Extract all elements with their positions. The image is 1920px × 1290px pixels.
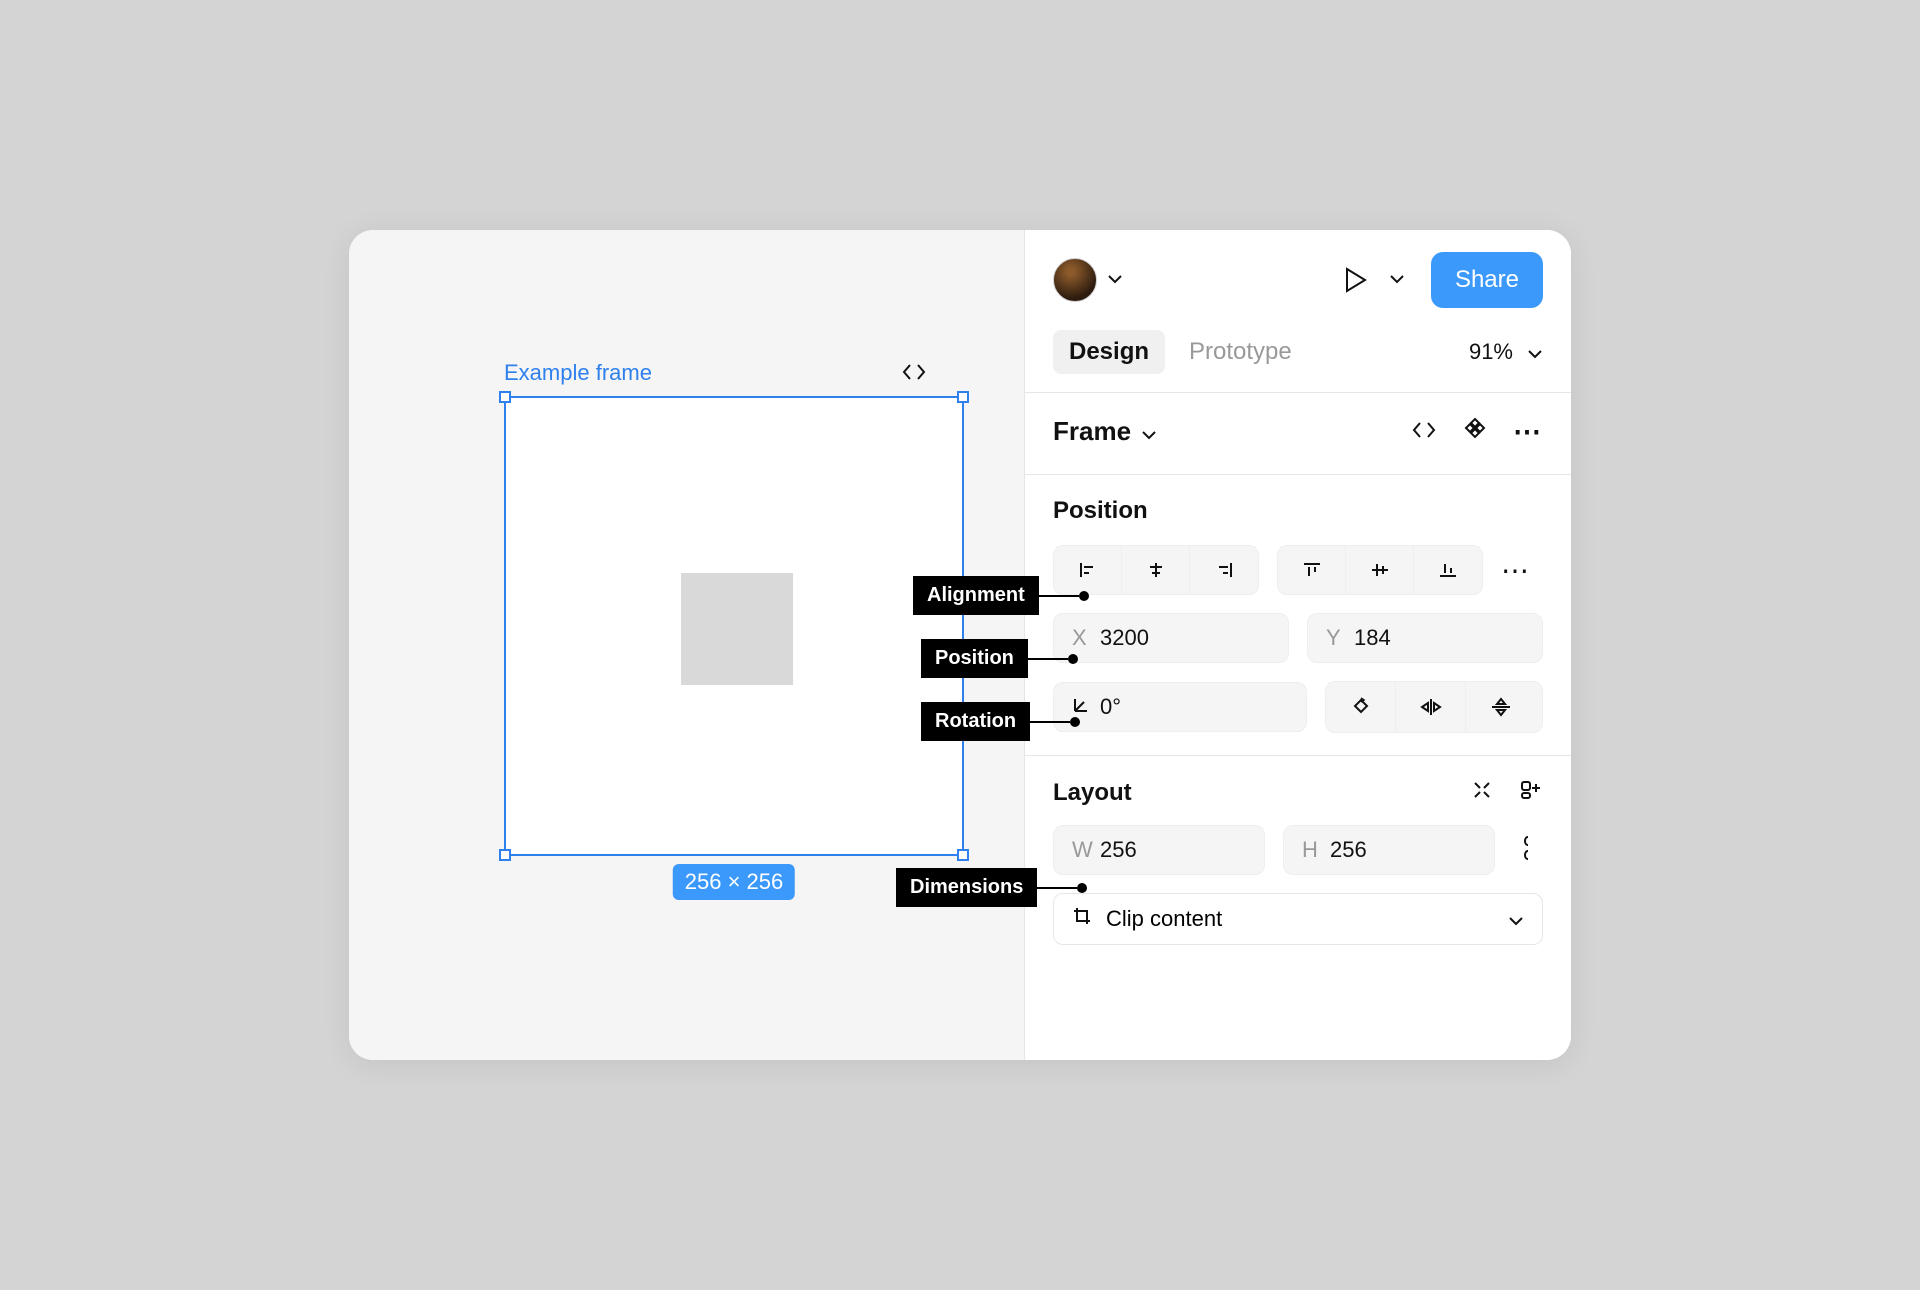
resize-handle-bottom-right[interactable] — [957, 849, 969, 861]
clip-content-label: Clip content — [1106, 906, 1222, 932]
vertical-align-group — [1277, 545, 1483, 595]
panel-top-bar: Share — [1025, 252, 1571, 330]
callout-label: Dimensions — [896, 868, 1037, 907]
inspector-panel: Share Design Prototype 91% Frame ⋯ — [1024, 230, 1571, 1060]
x-position-field[interactable]: X 3200 — [1053, 613, 1289, 663]
rotate-90-button[interactable] — [1326, 682, 1396, 732]
align-right-button[interactable] — [1190, 546, 1258, 594]
w-label: W — [1072, 837, 1100, 863]
align-top-button[interactable] — [1278, 546, 1346, 594]
play-chevron-down-icon[interactable] — [1389, 271, 1405, 289]
more-icon[interactable]: ⋯ — [1513, 415, 1543, 448]
flip-horizontal-button[interactable] — [1396, 682, 1466, 732]
dev-mode-icon[interactable] — [901, 362, 927, 388]
alignment-row: ⋯ — [1053, 545, 1543, 595]
rotation-row: 0° — [1053, 681, 1543, 733]
selected-frame[interactable]: 256 × 256 — [504, 396, 964, 856]
callout-alignment: Alignment — [913, 576, 1089, 615]
position-section: Position ⋯ X 3200 — [1025, 475, 1571, 755]
dimensions-badge: 256 × 256 — [673, 864, 795, 900]
align-more-icon[interactable]: ⋯ — [1501, 554, 1531, 587]
link-dimensions-icon[interactable] — [1513, 834, 1543, 867]
y-label: Y — [1326, 625, 1354, 651]
align-h-center-button[interactable] — [1122, 546, 1190, 594]
x-value: 3200 — [1100, 625, 1149, 651]
user-avatar[interactable] — [1053, 258, 1097, 302]
align-v-center-button[interactable] — [1346, 546, 1414, 594]
code-icon[interactable] — [1411, 416, 1437, 447]
h-label: H — [1302, 837, 1330, 863]
share-button[interactable]: Share — [1431, 252, 1543, 308]
callout-position: Position — [921, 639, 1078, 678]
avatar-chevron-down-icon[interactable] — [1107, 271, 1123, 289]
flip-vertical-button[interactable] — [1466, 682, 1536, 732]
play-icon[interactable] — [1341, 265, 1371, 295]
callout-dimensions: Dimensions — [896, 868, 1087, 907]
callout-label: Rotation — [921, 702, 1030, 741]
position-xy-row: X 3200 Y 184 — [1053, 613, 1543, 663]
rotation-field[interactable]: 0° — [1053, 682, 1307, 732]
resize-handle-top-left[interactable] — [499, 391, 511, 403]
clip-chevron-down-icon[interactable] — [1508, 906, 1524, 932]
align-bottom-button[interactable] — [1414, 546, 1482, 594]
h-value: 256 — [1330, 837, 1367, 863]
element-header-section: Frame ⋯ — [1025, 393, 1571, 474]
collapse-icon[interactable] — [1471, 779, 1493, 806]
section-title-layout: Layout — [1053, 779, 1132, 807]
resize-handle-top-right[interactable] — [957, 391, 969, 403]
y-position-field[interactable]: Y 184 — [1307, 613, 1543, 663]
tab-prototype[interactable]: Prototype — [1173, 330, 1308, 374]
clip-content-dropdown[interactable]: Clip content — [1053, 893, 1543, 945]
w-value: 256 — [1100, 837, 1137, 863]
transform-tools-group — [1325, 681, 1543, 733]
app-window: Example frame 256 × 256 Alignment Positi… — [349, 230, 1571, 1060]
canvas-area[interactable]: Example frame 256 × 256 Alignment Positi… — [349, 230, 1024, 1060]
height-field[interactable]: H 256 — [1283, 825, 1495, 875]
auto-layout-add-icon[interactable] — [1519, 778, 1543, 807]
dimensions-row: W 256 H 256 — [1053, 825, 1543, 875]
element-type-chevron-down-icon[interactable] — [1141, 416, 1157, 447]
tab-design[interactable]: Design — [1053, 330, 1165, 374]
resize-handle-bottom-left[interactable] — [499, 849, 511, 861]
callout-rotation: Rotation — [921, 702, 1080, 741]
tabs-row: Design Prototype 91% — [1025, 330, 1571, 392]
zoom-value: 91% — [1469, 339, 1513, 365]
zoom-control[interactable]: 91% — [1469, 339, 1543, 365]
y-value: 184 — [1354, 625, 1391, 651]
frame-name-label[interactable]: Example frame — [504, 360, 652, 386]
inner-rectangle[interactable] — [681, 573, 793, 685]
layout-section: Layout W 256 H 256 — [1025, 756, 1571, 967]
callout-label: Alignment — [913, 576, 1039, 615]
element-type-label[interactable]: Frame — [1053, 416, 1131, 447]
section-title-position: Position — [1053, 497, 1543, 525]
rotation-value: 0° — [1100, 694, 1121, 720]
zoom-chevron-down-icon[interactable] — [1527, 339, 1543, 365]
clip-icon — [1072, 906, 1092, 932]
callout-label: Position — [921, 639, 1028, 678]
component-icon[interactable] — [1463, 416, 1487, 447]
